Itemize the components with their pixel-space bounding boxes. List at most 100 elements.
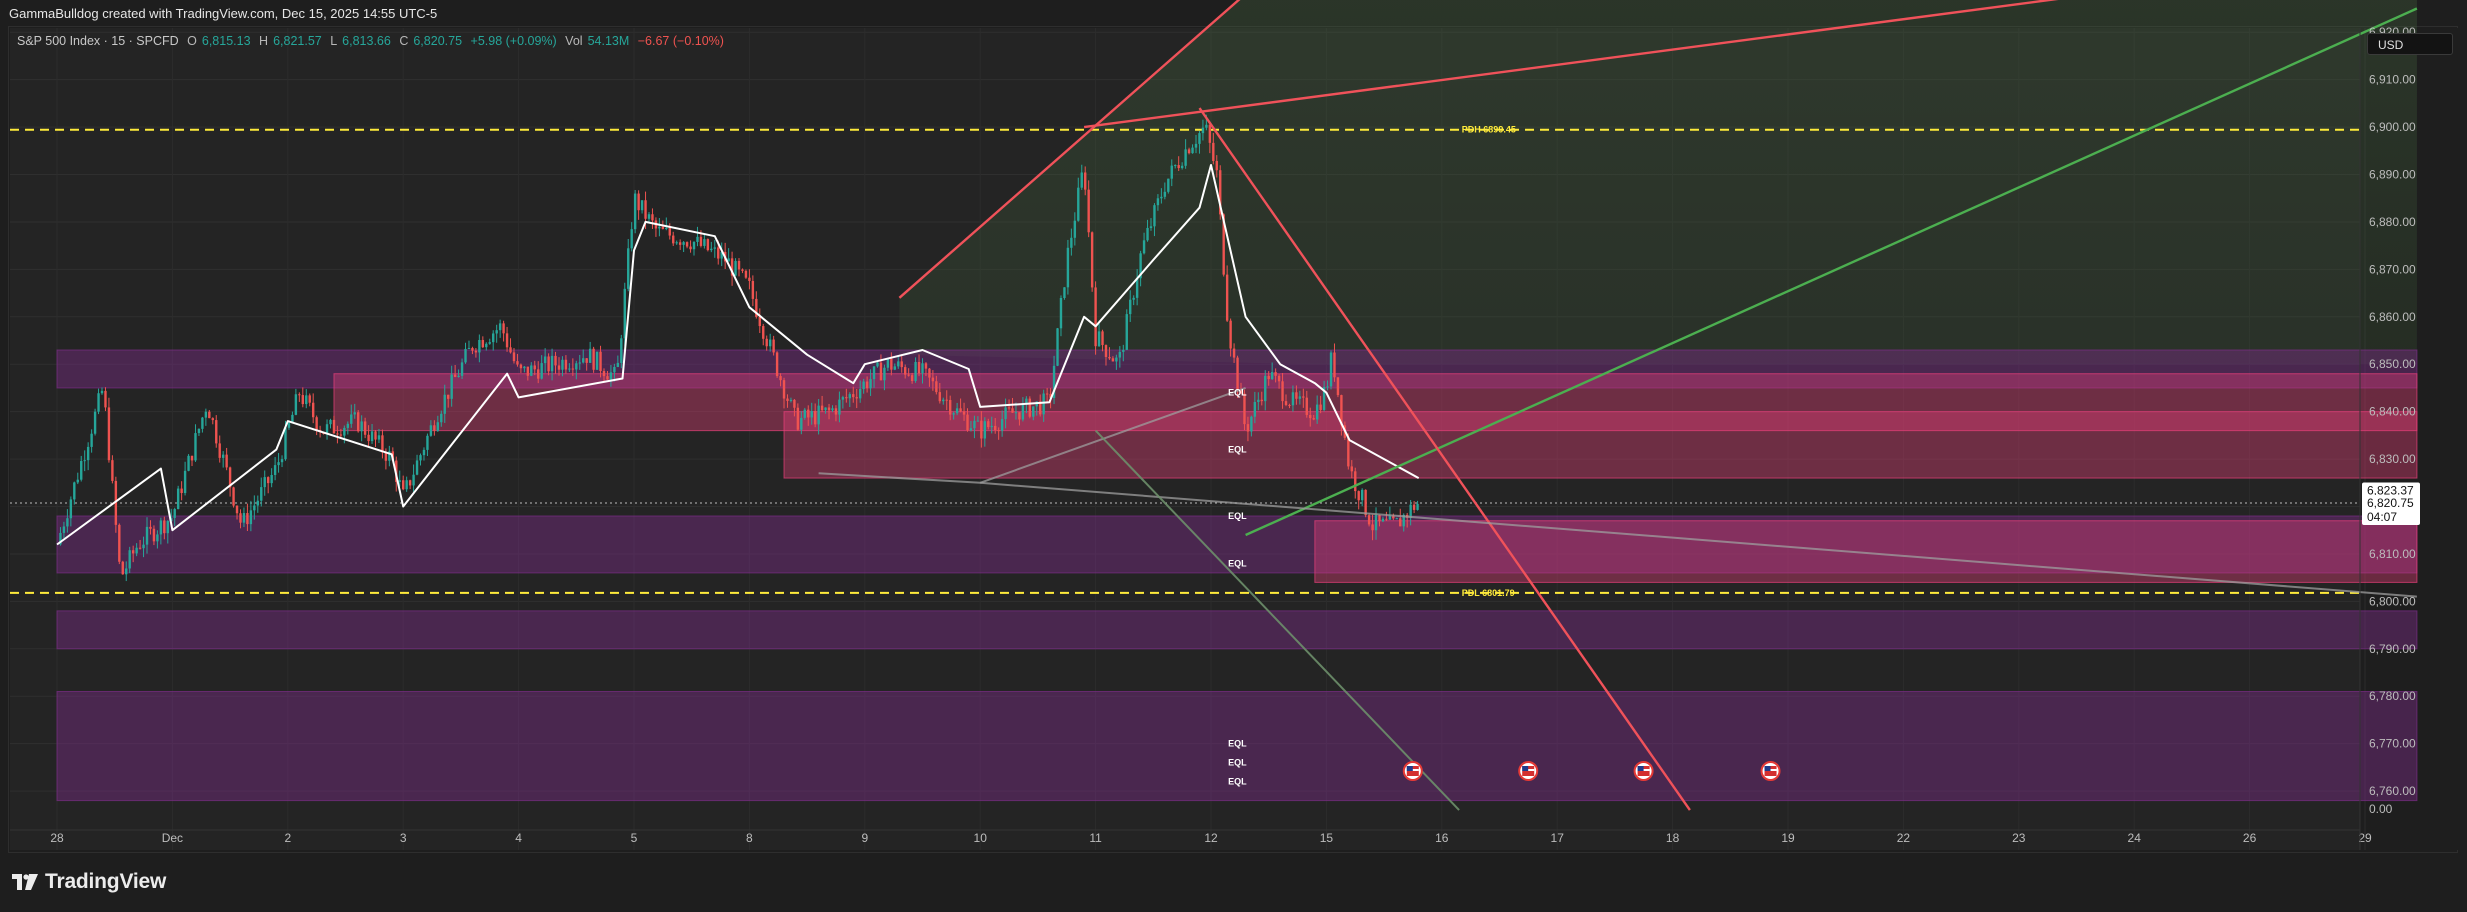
candle-body bbox=[142, 544, 145, 549]
candle-body bbox=[201, 417, 204, 429]
candle-body bbox=[973, 420, 976, 429]
candle-body bbox=[803, 409, 806, 418]
candle-body bbox=[703, 239, 706, 246]
candle-body bbox=[1198, 133, 1201, 144]
key-level-label: PDL 6801.79 bbox=[1462, 588, 1515, 598]
candle-body bbox=[647, 214, 651, 219]
equal-level-label: EQL bbox=[1228, 511, 1247, 521]
candle-body bbox=[571, 368, 575, 370]
candle-body bbox=[661, 226, 665, 230]
candle-body bbox=[90, 433, 93, 447]
candle-body bbox=[969, 428, 973, 431]
candle-body bbox=[1135, 278, 1139, 298]
candle-body bbox=[1011, 408, 1014, 413]
candle-body bbox=[1042, 393, 1045, 415]
candle-body bbox=[748, 277, 751, 281]
x-axis-tick-label: Dec bbox=[162, 831, 183, 845]
candle-body bbox=[280, 459, 284, 463]
candle-body bbox=[1236, 357, 1239, 390]
candle-body bbox=[762, 326, 765, 339]
candle-body bbox=[578, 362, 581, 364]
candle-body bbox=[301, 395, 305, 405]
candle-body bbox=[564, 359, 568, 370]
candle-body bbox=[768, 339, 772, 347]
low-value: 6,813.66 bbox=[342, 34, 391, 48]
candle-body bbox=[568, 368, 571, 370]
candle-body bbox=[990, 425, 993, 428]
candle-body bbox=[813, 411, 817, 425]
candle-body bbox=[1084, 172, 1087, 190]
candle-body bbox=[627, 248, 630, 289]
candle-body bbox=[706, 239, 710, 251]
candle-body bbox=[1326, 386, 1329, 388]
candle-body bbox=[948, 399, 952, 415]
candle-body bbox=[197, 428, 201, 434]
candle-body bbox=[509, 347, 512, 353]
candle-body bbox=[204, 411, 208, 418]
candle-body bbox=[917, 361, 921, 374]
candle-body bbox=[734, 260, 737, 276]
candle-body bbox=[796, 407, 800, 430]
candle-body bbox=[997, 430, 1000, 432]
ohlc-legend: S&P 500 Index · 15 · SPCFD O 6,815.13 H 6,… bbox=[17, 34, 729, 48]
candle-body bbox=[526, 366, 530, 376]
candle-body bbox=[845, 397, 848, 399]
equal-level-label: EQL bbox=[1228, 739, 1247, 749]
candle-body bbox=[772, 339, 775, 353]
candle-body bbox=[412, 474, 415, 486]
candle-body bbox=[1070, 237, 1073, 248]
candle-body bbox=[485, 343, 488, 348]
us-flag-event-icon[interactable] bbox=[1518, 761, 1539, 781]
candle-body bbox=[440, 413, 443, 423]
candle-body bbox=[284, 427, 287, 460]
x-axis-tick-label: 15 bbox=[1320, 831, 1334, 845]
candle-body bbox=[1416, 503, 1419, 510]
candle-body bbox=[1212, 142, 1215, 161]
candle-body bbox=[876, 362, 879, 367]
candle-body bbox=[855, 397, 858, 399]
candle-body bbox=[1284, 401, 1288, 405]
candle-body bbox=[1032, 406, 1035, 417]
candle-body bbox=[793, 399, 796, 408]
us-flag-event-icon[interactable] bbox=[1760, 761, 1781, 781]
us-flag-event-icon[interactable] bbox=[1633, 761, 1654, 781]
us-flag-event-icon[interactable] bbox=[1402, 761, 1423, 781]
y-axis-tick-label: 6,860.00 bbox=[2369, 310, 2416, 324]
x-axis-tick-label: 24 bbox=[2128, 831, 2142, 845]
candle-body bbox=[994, 425, 997, 431]
candle-body bbox=[613, 366, 616, 373]
x-axis-tick-label: 23 bbox=[2012, 831, 2026, 845]
candle-body bbox=[1205, 124, 1208, 128]
volume-change: −6.67 (−0.10%) bbox=[637, 34, 724, 48]
price-chart[interactable]: PDH 6899.45 PDL 6801.79 EQL EQL EQL EQL EQL EQL… bbox=[0, 0, 2467, 912]
candle-body bbox=[128, 550, 131, 569]
candle-body bbox=[263, 477, 266, 488]
candle-body bbox=[1385, 518, 1388, 520]
candle-body bbox=[1246, 424, 1250, 432]
candle-body bbox=[298, 394, 301, 396]
supply-zone bbox=[783, 411, 2418, 479]
candle-body bbox=[1229, 320, 1232, 349]
candle-body bbox=[1257, 399, 1260, 402]
x-axis-tick-label: 5 bbox=[631, 831, 638, 845]
candle-body bbox=[623, 288, 626, 339]
candle-body bbox=[66, 518, 69, 527]
candle-body bbox=[1101, 331, 1104, 346]
x-axis-tick-label: 4 bbox=[515, 831, 522, 845]
candle-body bbox=[807, 409, 810, 418]
candle-body bbox=[907, 374, 910, 376]
candle-body bbox=[315, 417, 318, 431]
y-axis-tick-label: 6,780.00 bbox=[2369, 689, 2416, 703]
currency-selector[interactable]: USD bbox=[2367, 33, 2453, 55]
candle-body bbox=[592, 348, 595, 370]
candle-body bbox=[872, 366, 876, 380]
candle-body bbox=[942, 399, 945, 402]
volume-key: Vol bbox=[565, 34, 583, 48]
candle-body bbox=[658, 226, 661, 229]
candle-body bbox=[429, 425, 433, 436]
candle-body bbox=[1225, 274, 1229, 321]
tradingview-wordmark: TradingView bbox=[45, 870, 167, 893]
close-value: 6,820.75 bbox=[413, 34, 463, 48]
candle-body bbox=[865, 381, 869, 389]
symbol-name[interactable]: S&P 500 Index · 15 · SPCFD bbox=[17, 34, 179, 48]
